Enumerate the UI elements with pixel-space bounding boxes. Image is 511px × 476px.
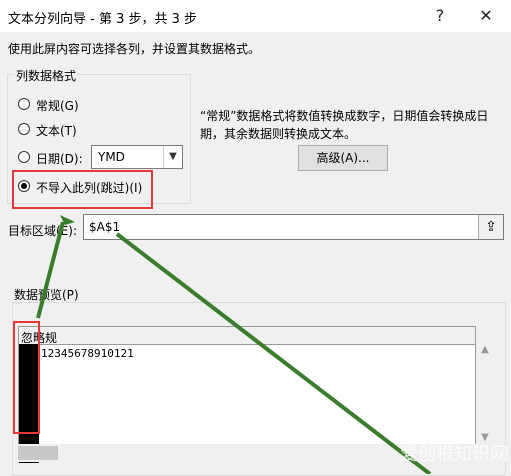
arrow-to-column	[36, 221, 65, 319]
arrow-diagonal	[115, 232, 432, 474]
watermark-text: 爱创根知识网	[400, 444, 508, 465]
annotation-arrows	[36, 215, 432, 474]
